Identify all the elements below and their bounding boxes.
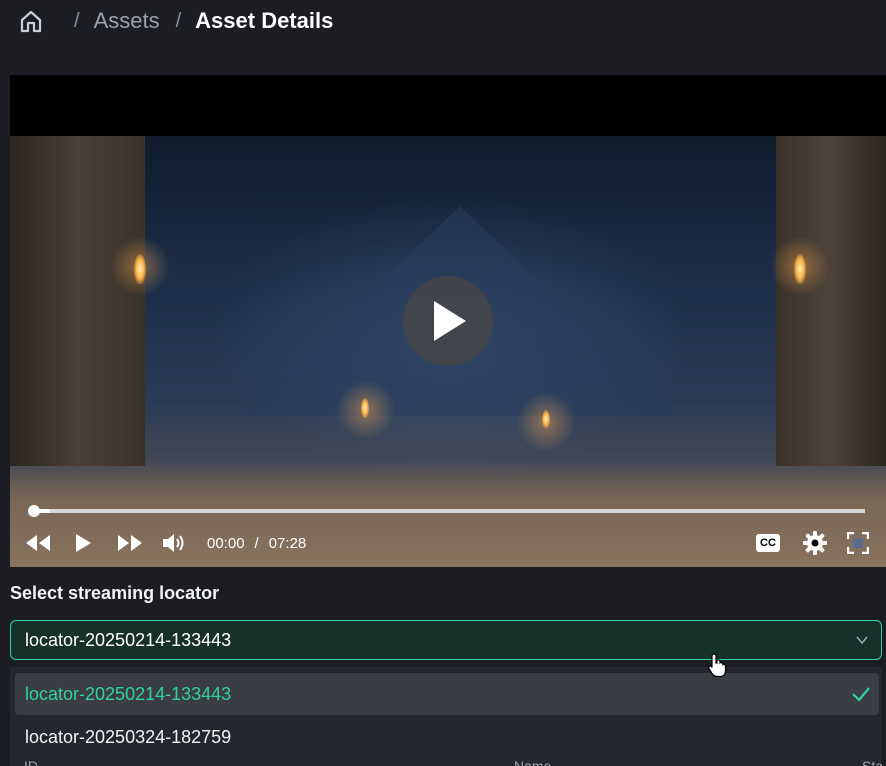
video-player[interactable]: 00:00 / 07:28 CC — [10, 75, 886, 567]
breadcrumb-separator: / — [175, 9, 182, 32]
breadcrumb-separator: / — [74, 9, 80, 32]
table-header-name: Name — [514, 758, 552, 766]
progress-thumb[interactable] — [28, 505, 40, 517]
scene-pillar-right — [776, 136, 886, 466]
locator-label: Select streaming locator — [10, 583, 220, 603]
current-time: 00:00 — [207, 534, 245, 552]
fast-forward-icon[interactable] — [116, 527, 144, 559]
chevron-down-icon — [856, 636, 868, 645]
scene-torch — [542, 410, 550, 428]
home-icon[interactable] — [18, 8, 44, 34]
locator-select-value: locator-20250214-133443 — [25, 629, 232, 650]
player-controls: 00:00 / 07:28 CC — [10, 527, 886, 559]
scene-torch — [134, 254, 146, 284]
locator-option[interactable]: locator-20250214-133443 — [15, 673, 879, 715]
breadcrumb-item-current: Asset Details — [195, 8, 334, 33]
scene-torch — [361, 398, 369, 418]
locator-dropdown: locator-20250214-133443 locator-20250324… — [10, 667, 882, 766]
breadcrumb-item-assets[interactable]: Assets — [94, 8, 160, 34]
check-icon — [852, 687, 870, 702]
table-header-id: ID — [24, 758, 38, 766]
gear-icon[interactable] — [800, 527, 830, 559]
hand-cursor-icon — [708, 653, 727, 678]
progress-bar[interactable] — [28, 505, 865, 517]
scene-pillar-left — [10, 136, 145, 466]
fullscreen-icon[interactable] — [844, 527, 872, 559]
captions-button[interactable]: CC — [754, 527, 782, 559]
locator-select[interactable]: locator-20250214-133443 — [10, 620, 882, 660]
rewind-icon[interactable] — [24, 527, 52, 559]
table-header-status: Sta — [862, 758, 884, 766]
locator-option[interactable]: locator-20250324-182759 — [15, 716, 879, 758]
time-display: 00:00 / 07:28 — [207, 527, 306, 559]
play-icon[interactable] — [72, 527, 94, 559]
scene-torch — [794, 254, 806, 284]
volume-icon[interactable] — [160, 527, 188, 559]
play-circle-icon[interactable] — [403, 276, 493, 366]
locator-option-label: locator-20250324-182759 — [25, 726, 232, 747]
locator-option-label: locator-20250214-133443 — [25, 683, 232, 704]
breadcrumb: / Assets / Asset Details — [18, 4, 333, 38]
time-separator: / — [254, 534, 259, 552]
duration: 07:28 — [268, 534, 307, 552]
captions-icon: CC — [756, 534, 780, 552]
